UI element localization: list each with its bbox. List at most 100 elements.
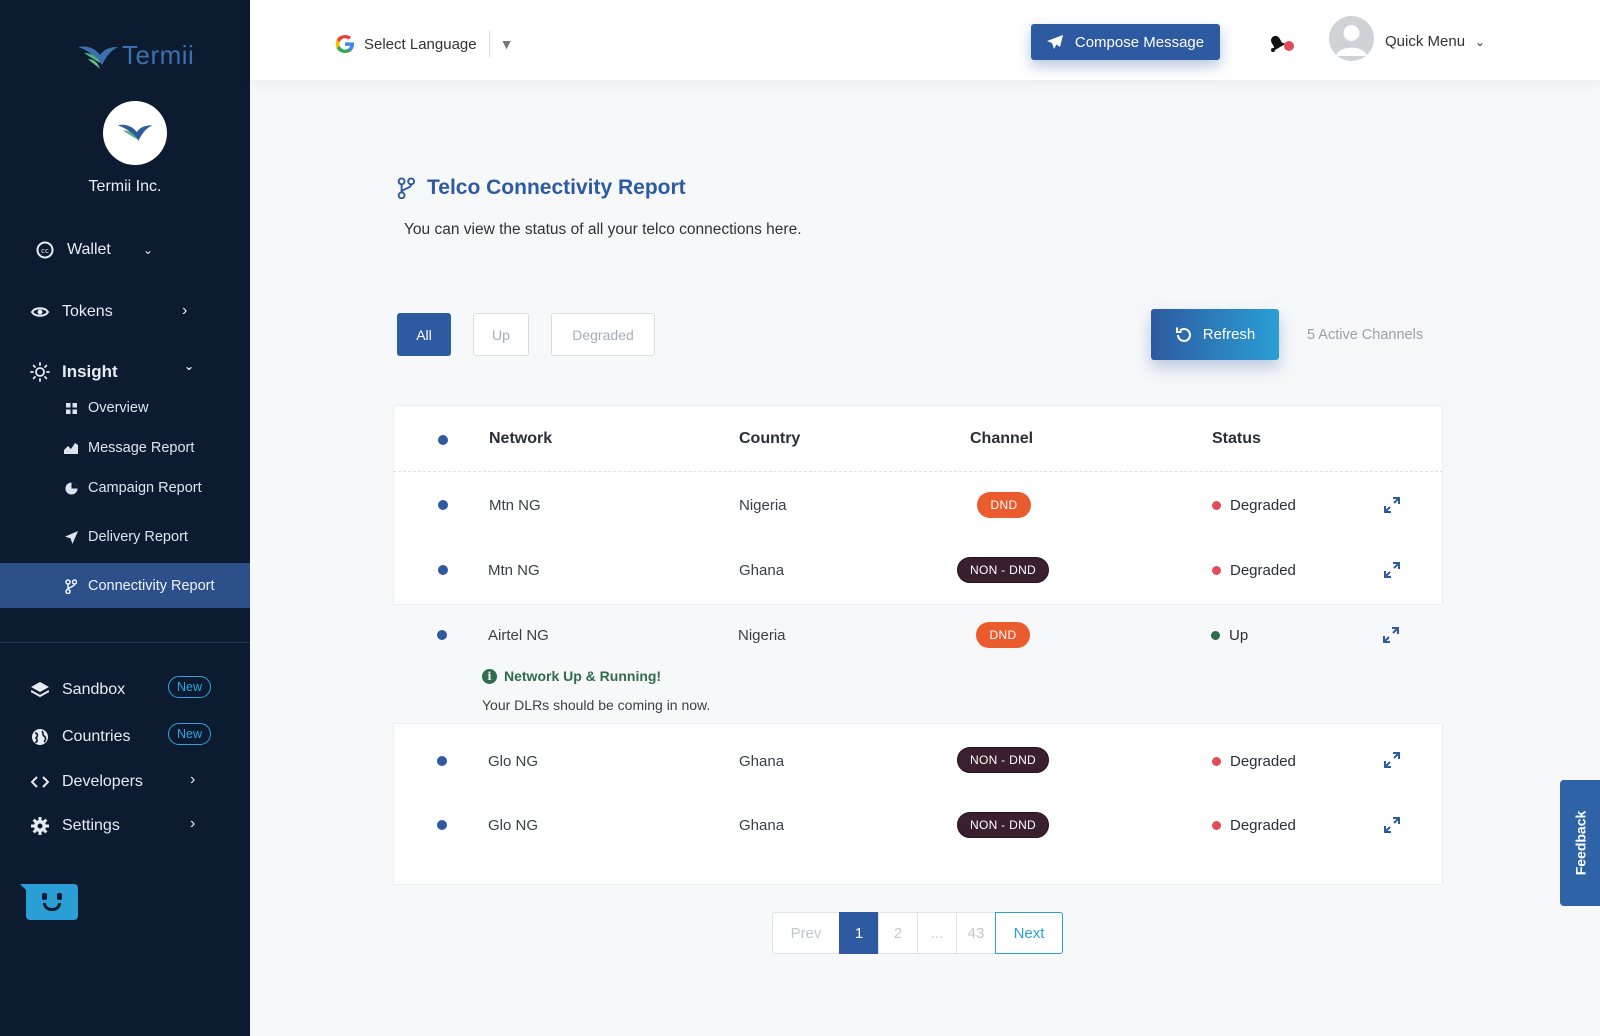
notification-bell[interactable] xyxy=(1266,32,1294,56)
grid-icon xyxy=(64,401,78,415)
status-dot xyxy=(1211,631,1220,640)
sidebar-item-label: Insight xyxy=(62,362,118,381)
sidebar-item-settings[interactable]: Settings › xyxy=(30,815,195,836)
prev-page-button[interactable]: Prev xyxy=(772,912,840,954)
status-dot xyxy=(1212,566,1221,575)
network-cell: Glo NG xyxy=(488,753,539,770)
chat-bot-icon[interactable] xyxy=(20,884,78,920)
channel-badge: DND xyxy=(976,622,1030,648)
sidebar-item-countries[interactable]: Countries xyxy=(30,727,130,747)
sidebar-item-sandbox[interactable]: Sandbox xyxy=(30,680,125,700)
column-header-country: Country xyxy=(739,430,801,447)
filter-degraded-button[interactable]: Degraded xyxy=(551,313,655,356)
paper-plane-icon xyxy=(1046,35,1063,49)
channel-badge: NON - DND xyxy=(957,557,1049,583)
network-status-note-title: i Network Up & Running! xyxy=(482,668,661,684)
sidebar-item-label: Developers xyxy=(62,773,143,790)
compose-message-button[interactable]: Compose Message xyxy=(1031,24,1220,60)
sidebar-item-label: Connectivity Report xyxy=(88,578,215,594)
status-cell: Up xyxy=(1211,627,1248,644)
sidebar-item-insight[interactable]: Insight ⌄ xyxy=(30,359,194,382)
sidebar-item-connectivity-report[interactable]: Connectivity Report xyxy=(64,578,215,594)
sidebar: Termii Termii Inc. cc Wallet ⌄ Tokens › … xyxy=(0,0,250,1036)
sidebar-item-overview[interactable]: Overview xyxy=(64,400,148,416)
new-badge: New xyxy=(168,676,212,698)
org-avatar[interactable] xyxy=(103,101,167,165)
sidebar-item-label: Sandbox xyxy=(62,681,126,698)
status-label: Degraded xyxy=(1230,497,1296,514)
network-cell: Airtel NG xyxy=(488,627,549,644)
termii-logo[interactable]: Termii xyxy=(76,40,194,71)
sidebar-item-label: Campaign Report xyxy=(88,480,202,496)
status-cell: Degraded xyxy=(1212,562,1296,579)
pagination: Prev 1 2 ... 43 Next xyxy=(772,912,1063,954)
sidebar-item-message-report[interactable]: Message Report xyxy=(64,440,194,456)
sidebar-item-campaign-report[interactable]: Campaign Report xyxy=(64,480,202,496)
sidebar-item-label: Message Report xyxy=(88,440,195,456)
status-label: Degraded xyxy=(1230,562,1296,579)
status-cell: Degraded xyxy=(1212,753,1296,770)
quick-menu[interactable]: Quick Menu ⌄ xyxy=(1385,33,1485,50)
filter-up-button[interactable]: Up xyxy=(473,313,529,356)
expand-icon[interactable] xyxy=(1384,817,1400,833)
sidebar-item-label: Tokens xyxy=(62,303,113,320)
refresh-label: Refresh xyxy=(1202,326,1256,343)
status-label: Degraded xyxy=(1230,753,1296,770)
sidebar-item-tokens[interactable]: Tokens › xyxy=(30,302,187,322)
header-divider xyxy=(393,471,1443,472)
avatar[interactable] xyxy=(1329,16,1374,61)
chevron-right-icon: › xyxy=(190,771,196,788)
status-dot xyxy=(1212,821,1221,830)
compose-message-label: Compose Message xyxy=(1074,33,1205,51)
feedback-label: Feedback xyxy=(1572,810,1588,876)
page-button-2[interactable]: 2 xyxy=(878,912,918,954)
channel-badge: DND xyxy=(977,492,1031,518)
channel-badge: NON - DND xyxy=(957,747,1049,773)
refresh-button[interactable]: Refresh xyxy=(1151,309,1279,360)
page-description: You can view the status of all your telc… xyxy=(404,221,802,238)
code-icon xyxy=(30,772,50,792)
expand-icon[interactable] xyxy=(1383,627,1399,643)
network-cell: Mtn NG xyxy=(488,562,540,579)
active-channels-count: 5 Active Channels xyxy=(1307,327,1424,343)
sidebar-divider xyxy=(0,642,250,643)
sidebar-item-developers[interactable]: Developers › xyxy=(30,771,195,792)
chevron-right-icon: › xyxy=(182,302,188,319)
chevron-down-icon: ⌄ xyxy=(143,243,154,257)
page-title: Telco Connectivity Report xyxy=(397,176,686,200)
brand-name: Termii xyxy=(122,40,195,70)
sidebar-item-label: Countries xyxy=(62,728,131,745)
page-ellipsis: ... xyxy=(917,912,957,954)
channel-badge: NON - DND xyxy=(957,812,1049,838)
dropdown-triangle-icon: ▼ xyxy=(499,36,514,52)
page-button-43[interactable]: 43 xyxy=(956,912,996,954)
language-divider xyxy=(488,30,490,58)
language-selector[interactable]: Select Language ▼ xyxy=(335,30,513,58)
filter-all-button[interactable]: All xyxy=(397,313,451,356)
sun-icon xyxy=(30,362,50,382)
sidebar-item-label: Settings xyxy=(62,817,120,834)
network-status-note-text: Your DLRs should be coming in now. xyxy=(482,697,711,713)
column-header-network: Network xyxy=(489,430,553,447)
sidebar-item-delivery-report[interactable]: Delivery Report xyxy=(64,529,188,545)
expand-icon[interactable] xyxy=(1384,497,1400,513)
expand-icon[interactable] xyxy=(1384,562,1400,578)
wallet-icon: cc xyxy=(35,240,55,260)
next-page-button[interactable]: Next xyxy=(995,912,1063,954)
row-dot xyxy=(438,500,448,510)
row-dot xyxy=(438,565,448,575)
notification-dot xyxy=(1284,41,1294,51)
row-dot xyxy=(437,820,447,830)
country-cell: Nigeria xyxy=(739,497,787,514)
country-cell: Ghana xyxy=(739,753,785,770)
branch-icon xyxy=(397,177,415,199)
expand-icon[interactable] xyxy=(1384,752,1400,768)
note-title-text: Network Up & Running! xyxy=(504,668,662,684)
sidebar-item-wallet[interactable]: cc Wallet ⌄ xyxy=(35,240,153,260)
header-dot xyxy=(438,435,448,445)
page-title-text: Telco Connectivity Report xyxy=(427,176,686,199)
page-button-1[interactable]: 1 xyxy=(839,912,879,954)
sidebar-item-label: Overview xyxy=(88,400,149,416)
feedback-tab[interactable]: Feedback xyxy=(1560,780,1600,906)
chevron-right-icon: › xyxy=(190,815,196,832)
